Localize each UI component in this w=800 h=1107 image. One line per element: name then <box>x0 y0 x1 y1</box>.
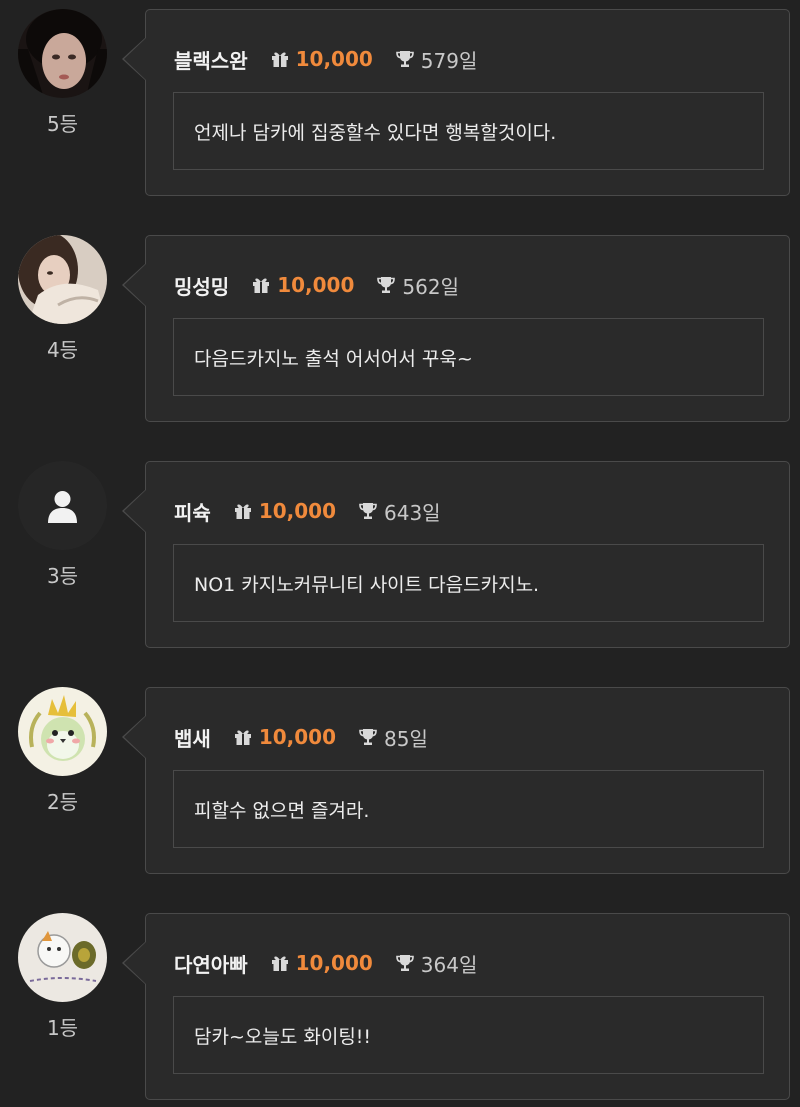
trophy-icon <box>358 501 378 521</box>
points-value: 10,000 <box>258 499 336 523</box>
attendance-days: 562일 <box>402 274 459 299</box>
user-silhouette-icon <box>18 461 107 550</box>
comment-card: 밍성밍 10,000 562일 다음드카지노 출석 어서어서 꾸욱~ <box>145 235 790 422</box>
list-item: 3등 피슉 10,000 643일 NO1 카지노커뮤니티 사이트 다음드카지노… <box>0 452 800 648</box>
list-item: 2등 뱁새 10,000 85일 피할수 없으면 즐겨라. <box>0 678 800 874</box>
nickname[interactable]: 밍성밍 <box>174 271 229 300</box>
trophy-icon <box>376 275 396 295</box>
avatar[interactable] <box>18 913 107 1002</box>
comment-meta: 다연아빠 10,000 364일 <box>174 948 477 978</box>
points-value: 10,000 <box>258 725 336 749</box>
card-pointer-fill <box>124 38 146 80</box>
rank-label: 5등 <box>46 112 79 136</box>
avatar[interactable] <box>18 9 107 98</box>
rank-label: 4등 <box>46 338 79 362</box>
trophy-icon <box>358 727 378 747</box>
nickname[interactable]: 피슉 <box>174 497 211 526</box>
gift-icon <box>233 727 253 747</box>
avatar[interactable] <box>18 687 107 776</box>
avatar[interactable] <box>18 235 107 324</box>
gift-icon <box>251 275 271 295</box>
nickname[interactable]: 블랙스완 <box>174 45 248 74</box>
card-pointer-fill <box>124 942 146 984</box>
points-value: 10,000 <box>277 273 355 297</box>
comment-card: 다연아빠 10,000 364일 담카~오늘도 화이팅!! <box>145 913 790 1100</box>
comment-meta: 피슉 10,000 643일 <box>174 496 441 526</box>
card-pointer-fill <box>124 716 146 758</box>
attendance-days: 364일 <box>420 952 478 977</box>
attendance-days: 85일 <box>384 726 428 751</box>
comment-meta: 뱁새 10,000 85일 <box>174 722 428 752</box>
card-pointer-fill <box>124 490 146 532</box>
gift-icon <box>270 953 290 973</box>
comment-card: 피슉 10,000 643일 NO1 카지노커뮤니티 사이트 다음드카지노. <box>145 461 790 648</box>
card-pointer-fill <box>124 264 146 306</box>
list-item: 4등 밍성밍 10,000 562일 다음드카지노 출석 어서어서 꾸욱~ <box>0 226 800 422</box>
comment-card: 블랙스완 10,000 579일 언제나 담카에 집중할수 있다면 행복할것이다… <box>145 9 790 196</box>
rank-label: 1등 <box>46 1016 79 1040</box>
nickname[interactable]: 다연아빠 <box>174 949 248 978</box>
rank-label: 3등 <box>46 564 79 588</box>
list-item: 5등 블랙스완 10,000 579일 언제나 담카에 집중할수 있다면 행복할… <box>0 0 800 196</box>
comment-meta: 밍성밍 10,000 562일 <box>174 270 459 300</box>
trophy-icon <box>395 49 415 69</box>
attendance-days: 579일 <box>420 48 478 73</box>
gift-icon <box>233 501 253 521</box>
rank-label: 2등 <box>46 790 79 814</box>
avatar[interactable] <box>18 461 107 550</box>
trophy-icon <box>395 953 415 973</box>
comment-message: 피할수 없으면 즐겨라. <box>173 770 764 848</box>
comment-card: 뱁새 10,000 85일 피할수 없으면 즐겨라. <box>145 687 790 874</box>
comment-message: 다음드카지노 출석 어서어서 꾸욱~ <box>173 318 764 396</box>
gift-icon <box>270 49 290 69</box>
comment-meta: 블랙스완 10,000 579일 <box>174 44 477 74</box>
list-item: 1등 다연아빠 10,000 364일 담카~오늘도 화이팅!! <box>0 904 800 1100</box>
nickname[interactable]: 뱁새 <box>174 723 211 752</box>
comment-message: 담카~오늘도 화이팅!! <box>173 996 764 1074</box>
points-value: 10,000 <box>295 951 373 975</box>
comment-message: NO1 카지노커뮤니티 사이트 다음드카지노. <box>173 544 764 622</box>
attendance-ranking-list: 5등 블랙스완 10,000 579일 언제나 담카에 집중할수 있다면 행복할… <box>0 0 800 1107</box>
points-value: 10,000 <box>295 47 373 71</box>
attendance-days: 643일 <box>384 500 441 525</box>
comment-message: 언제나 담카에 집중할수 있다면 행복할것이다. <box>173 92 764 170</box>
